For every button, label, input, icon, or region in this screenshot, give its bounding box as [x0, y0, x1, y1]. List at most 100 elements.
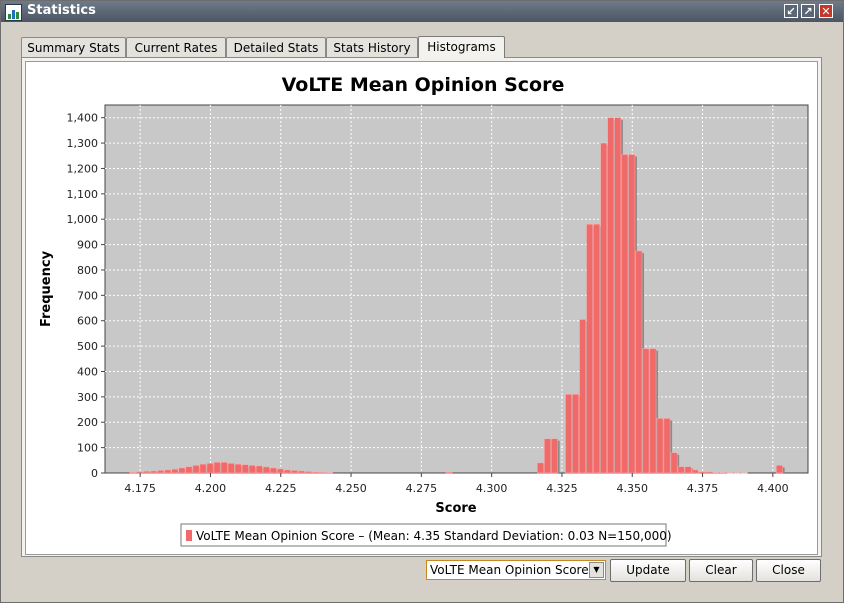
histogram-select[interactable]: VoLTE Mean Opinion Score ▼: [426, 560, 606, 580]
histogram-bar: [733, 472, 741, 474]
histogram-bar: [628, 154, 636, 474]
x-tick-label: 4.275: [406, 482, 438, 495]
y-tick-label: 600: [77, 315, 98, 328]
histogram-bar: [192, 465, 200, 474]
histogram-bar: [621, 154, 629, 474]
histogram-chart: VoLTE Mean Opinion Score 0 100 200 300 400 50…: [39, 74, 809, 547]
y-tick-label: 800: [77, 264, 98, 277]
tab-summary-stats[interactable]: Summary Stats: [21, 37, 126, 57]
histogram-bar: [171, 468, 179, 474]
histogram-bar: [298, 470, 305, 474]
chart-container: VoLTE Mean Opinion Score 0 100 200 300 400 50…: [25, 61, 818, 555]
histogram-bar: [136, 471, 144, 474]
y-tick-label: 400: [77, 365, 98, 378]
tab-detailed-stats[interactable]: Detailed Stats: [226, 37, 326, 57]
x-tick-label: 4.175: [124, 482, 156, 495]
histogram-select-value: VoLTE Mean Opinion Score: [430, 563, 589, 577]
histogram-bar: [312, 471, 319, 474]
histogram-bar: [593, 224, 601, 474]
histogram-bar: [670, 452, 678, 474]
histogram-bar: [234, 463, 242, 474]
tab-current-rates[interactable]: Current Rates: [126, 37, 226, 57]
histogram-bar: [185, 466, 193, 474]
y-tick-label: 500: [77, 340, 98, 353]
histogram-bar: [719, 472, 727, 474]
histogram-bar: [269, 467, 277, 474]
maximize-icon[interactable]: ↗: [801, 4, 815, 18]
histogram-bar: [326, 472, 333, 474]
histogram-bar: [544, 438, 551, 474]
x-axis-label: Score: [435, 501, 476, 516]
histogram-bar: [600, 142, 608, 474]
histogram-bar: [663, 418, 671, 474]
histogram-bar: [248, 465, 256, 474]
histogram-bar: [150, 470, 158, 474]
legend-entry: VoLTE Mean Opinion Score – (Mean: 4.35 S…: [196, 529, 672, 543]
close-button[interactable]: Close: [756, 559, 821, 582]
y-tick-label: 1,100: [67, 188, 99, 201]
y-tick-label: 300: [77, 391, 98, 404]
chevron-down-icon[interactable]: ▼: [589, 562, 604, 578]
legend: VoLTE Mean Opinion Score – (Mean: 4.35 S…: [180, 523, 672, 547]
chart-title: VoLTE Mean Opinion Score: [282, 74, 565, 96]
histogram-bar: [143, 470, 151, 474]
close-window-icon[interactable]: ✕: [819, 4, 833, 18]
tab-histograms[interactable]: Histograms: [418, 36, 505, 58]
histogram-bar: [255, 465, 263, 474]
histogram-bar: [241, 464, 249, 474]
histogram-bar: [614, 117, 622, 474]
histogram-bar: [227, 463, 235, 474]
clear-button[interactable]: Clear: [689, 559, 753, 582]
histogram-bar: [284, 469, 291, 474]
y-tick-label: 900: [77, 239, 98, 252]
histogram-bar: [276, 468, 284, 474]
histogram-bar: [262, 466, 270, 474]
histogram-bar: [712, 472, 720, 474]
histogram-bar: [677, 466, 685, 474]
histogram-bar: [164, 469, 172, 474]
histogram-bar: [319, 471, 326, 474]
histogram-bar: [291, 470, 298, 474]
tab-stats-history[interactable]: Stats History: [326, 37, 418, 57]
histogram-bar: [705, 471, 713, 474]
x-tick-label: 4.350: [617, 482, 649, 495]
histogram-bar: [129, 471, 137, 474]
y-axis: 0 100 200 300 400 500 600 700 800 900 1,000 1,100 1,…: [67, 112, 105, 480]
histogram-bar: [206, 463, 214, 474]
histogram-bar: [572, 394, 579, 474]
histogram-bar: [220, 462, 228, 474]
window-title: Statistics: [27, 3, 96, 18]
y-tick-label: 1,000: [67, 213, 99, 226]
x-tick-label: 4.325: [546, 482, 578, 495]
histogram-bar: [656, 418, 664, 474]
histogram-bar: [691, 469, 699, 474]
x-tick-label: 4.400: [757, 482, 789, 495]
y-tick-label: 1,400: [67, 112, 99, 125]
histogram-bar: [586, 224, 594, 474]
y-tick-label: 200: [77, 416, 98, 429]
y-tick-label: 100: [77, 442, 98, 455]
histogram-bar: [565, 394, 572, 474]
y-tick-label: 1,300: [67, 137, 99, 150]
histogram-bar: [199, 463, 207, 474]
histogram-bar: [305, 471, 312, 474]
x-tick-label: 4.200: [195, 482, 227, 495]
histogram-bar: [213, 462, 221, 474]
histogram-bar: [776, 465, 783, 474]
x-tick-label: 4.300: [476, 482, 508, 495]
y-tick-label: 0: [91, 467, 98, 480]
y-tick-label: 1,200: [67, 162, 99, 175]
title-bar[interactable]: Statistics ↙ ↗ ✕: [1, 1, 843, 22]
histogram-bar: [445, 471, 453, 474]
minimize-icon[interactable]: ↙: [784, 4, 798, 18]
x-tick-label: 4.250: [335, 482, 367, 495]
update-button[interactable]: Update: [610, 559, 686, 582]
histogram-bar: [607, 117, 615, 474]
y-axis-label: Frequency: [39, 250, 54, 327]
histogram-bar: [579, 319, 587, 474]
legend-swatch: [186, 530, 192, 541]
x-tick-label: 4.225: [265, 482, 297, 495]
y-tick-label: 700: [77, 289, 98, 302]
statistics-window: Statistics ↙ ↗ ✕ Summary Stats Current R…: [0, 0, 844, 603]
histogram-bar: [157, 470, 165, 474]
